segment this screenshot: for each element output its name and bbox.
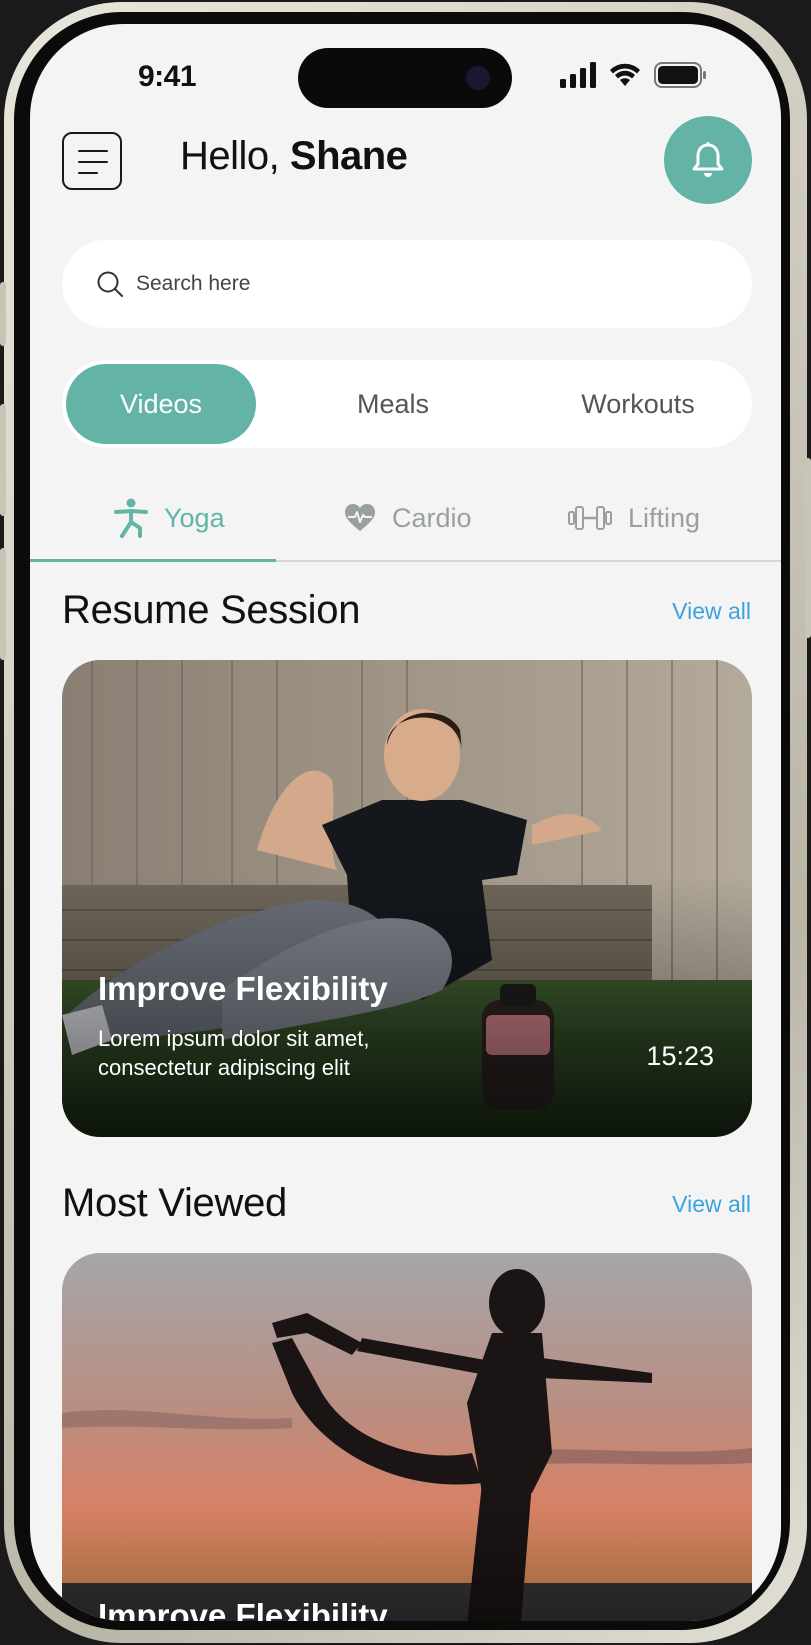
- tab-yoga-label: Yoga: [164, 502, 225, 533]
- category-tabs: Yoga Cardio Lifting: [30, 484, 781, 562]
- menu-line-1: [78, 150, 108, 152]
- active-tab-indicator: [30, 559, 276, 562]
- side-button-right: [805, 458, 811, 638]
- menu-line-3: [78, 172, 98, 174]
- resume-card-duration: 15:23: [646, 1041, 714, 1071]
- segment-workouts[interactable]: Workouts: [550, 364, 726, 444]
- tab-lifting-label: Lifting: [628, 502, 701, 533]
- resume-card-subtitle-line1: Lorem ipsum dolor sit amet,: [98, 1026, 370, 1051]
- side-button-left-3: [0, 548, 6, 660]
- dynamic-island: [298, 48, 512, 108]
- person-stretch-icon: [114, 498, 148, 538]
- heart-pulse-icon: [345, 504, 375, 531]
- dumbbell-icon: [568, 506, 612, 530]
- side-button-left-2: [0, 404, 6, 516]
- notifications-button[interactable]: [664, 116, 752, 204]
- most-viewed-section-title: Most Viewed: [62, 1181, 287, 1225]
- status-time: 9:41: [138, 60, 197, 93]
- wifi-icon: [610, 63, 640, 86]
- side-button-left-1: [0, 282, 6, 346]
- menu-line-2: [78, 161, 108, 163]
- segment-meals[interactable]: Meals: [298, 364, 488, 444]
- resume-card-subtitle-line2: consectetur adipiscing elit: [98, 1055, 350, 1080]
- content-type-switcher: Videos Meals Workouts: [62, 360, 752, 448]
- resume-session-card[interactable]: Improve Flexibility Lorem ipsum dolor si…: [62, 660, 752, 1137]
- tab-lifting[interactable]: Lifting: [568, 488, 700, 548]
- most-viewed-card-title: Improve Flexibility: [98, 1597, 388, 1621]
- segment-videos[interactable]: Videos: [66, 364, 256, 444]
- tab-cardio-label: Cardio: [392, 502, 472, 533]
- battery-icon: [654, 62, 706, 88]
- search-icon: [97, 271, 123, 297]
- greeting: Hello, Shane: [180, 134, 408, 179]
- bell-icon: [692, 142, 724, 177]
- user-name: Shane: [289, 134, 408, 178]
- camera-icon: [466, 66, 490, 90]
- resume-card-title: Improve Flexibility: [98, 970, 388, 1007]
- resume-view-all-link[interactable]: View all: [672, 598, 751, 625]
- app-screen: 9:41 Hello, Shane Search here Videos Mea…: [30, 24, 781, 1621]
- menu-button[interactable]: [62, 132, 122, 190]
- signal-icon: [560, 62, 596, 88]
- most-viewed-view-all-link[interactable]: View all: [672, 1191, 751, 1218]
- most-viewed-card[interactable]: Improve Flexibility: [62, 1253, 752, 1621]
- status-icons: [560, 62, 708, 88]
- search-bar[interactable]: [62, 240, 752, 328]
- tab-yoga[interactable]: Yoga: [114, 488, 225, 548]
- tab-cardio[interactable]: Cardio: [344, 488, 472, 548]
- search-input[interactable]: [136, 272, 696, 296]
- resume-section-title: Resume Session: [62, 588, 361, 632]
- greeting-prefix: Hello,: [180, 134, 290, 178]
